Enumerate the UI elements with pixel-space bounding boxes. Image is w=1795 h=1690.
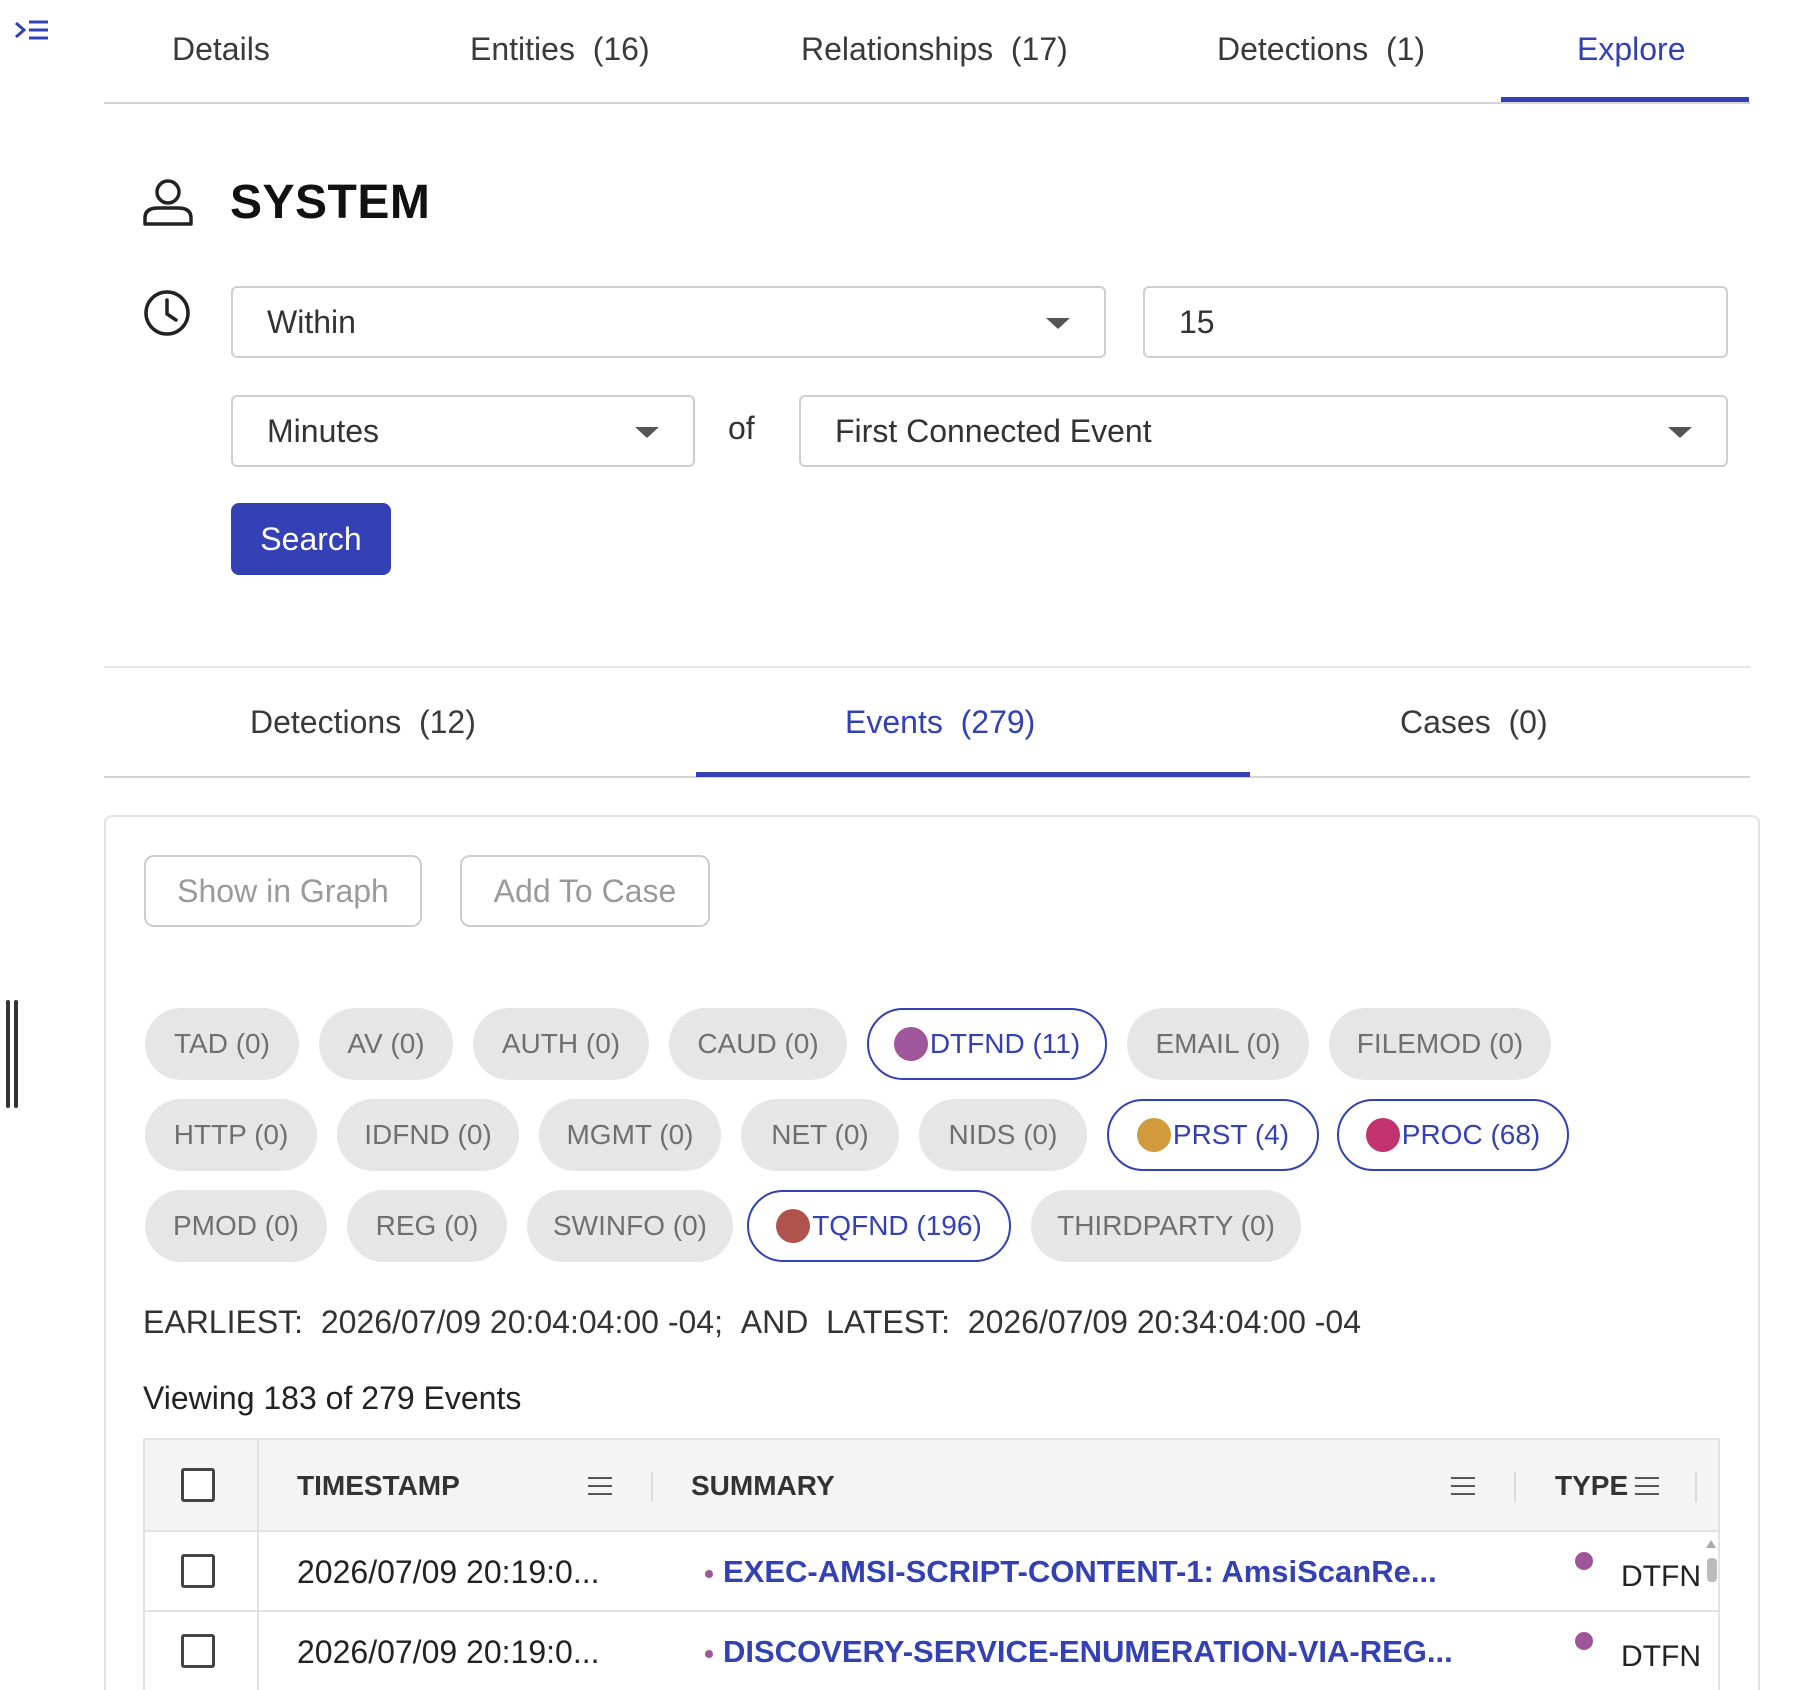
tab-entities[interactable]: Entities (16) [470,0,650,104]
tab-detections-sub[interactable]: Detections (12) [250,668,476,776]
tab-explore[interactable]: Explore [1577,0,1686,104]
filter-chip-http[interactable]: HTTP (0) [145,1099,317,1171]
chevron-down-icon [1046,318,1070,329]
proc-color-dot [1365,1118,1400,1152]
filter-chip-dtfnd[interactable]: DTFND (11) [867,1008,1107,1080]
tab-events[interactable]: Events (279) [845,668,1035,776]
tab-cases[interactable]: Cases (0) [1400,668,1548,776]
clock-icon [142,288,192,338]
dtfnd-color-dot [893,1027,928,1061]
expand-menu-icon[interactable] [14,18,50,48]
column-resizer[interactable] [1695,1472,1697,1502]
row-timestamp: 2026/07/09 20:19:0... [297,1554,600,1590]
sub-tabs: Detections (12) Events (279) Cases (0) [104,666,1750,778]
amount-input[interactable]: 15 [1143,286,1728,358]
table-row[interactable]: 2026/07/09 20:19:0... EXEC-AMSI-SCRIPT-C… [145,1532,1718,1612]
column-menu-icon[interactable] [1635,1477,1659,1495]
scroll-up-icon[interactable] [1706,1540,1716,1548]
filter-chip-net[interactable]: NET (0) [741,1099,899,1171]
filter-chip-av[interactable]: AV (0) [319,1008,453,1080]
search-button[interactable]: Search [231,503,391,575]
of-label: of [728,410,755,446]
filter-chip-thirdparty[interactable]: THIRDPARTY (0) [1031,1190,1301,1262]
row-type: DTFN [1621,1640,1701,1673]
filter-chip-filemod[interactable]: FILEMOD (0) [1329,1008,1551,1080]
row-timestamp: 2026/07/09 20:19:0... [297,1634,600,1670]
active-subtab-indicator [696,772,1250,777]
vertical-scrollbar[interactable] [1707,1558,1717,1582]
resize-handle[interactable] [6,1000,20,1108]
events-table: TIMESTAMP SUMMARY TYPE 2026/07/09 20:19:… [143,1438,1720,1690]
filter-chip-mgmt[interactable]: MGMT (0) [539,1099,721,1171]
row-summary-link[interactable]: EXEC-AMSI-SCRIPT-CONTENT-1: AmsiScanRe..… [705,1532,1437,1612]
filter-chip-caud[interactable]: CAUD (0) [669,1008,847,1080]
select-all-checkbox[interactable] [181,1468,215,1502]
filter-chip-tad[interactable]: TAD (0) [145,1008,299,1080]
filter-chip-swinfo[interactable]: SWINFO (0) [527,1190,733,1262]
filter-chip-proc[interactable]: PROC (68) [1337,1099,1569,1171]
viewing-count: Viewing 183 of 279 Events [143,1380,522,1416]
add-to-case-button[interactable]: Add To Case [460,855,710,927]
filter-chip-email[interactable]: EMAIL (0) [1127,1008,1309,1080]
type-color-dot [1575,1632,1593,1650]
tab-relationships[interactable]: Relationships (17) [801,0,1068,104]
filter-chip-prst[interactable]: PRST (4) [1107,1099,1319,1171]
row-summary-link[interactable]: DISCOVERY-SERVICE-ENUMERATION-VIA-REG... [705,1612,1453,1690]
show-in-graph-button[interactable]: Show in Graph [144,855,422,927]
table-header: TIMESTAMP SUMMARY TYPE [145,1440,1718,1532]
time-range: EARLIEST: 2026/07/09 20:04:04:00 -04; AN… [143,1304,1361,1340]
user-icon [142,178,194,228]
table-row[interactable]: 2026/07/09 20:19:0... DISCOVERY-SERVICE-… [145,1612,1718,1690]
top-tabs: Details Entities (16) Relationships (17)… [104,0,1750,104]
filter-chip-idfnd[interactable]: IDFND (0) [337,1099,519,1171]
tab-details[interactable]: Details [172,0,270,104]
page-title: SYSTEM [230,176,431,229]
column-header-summary[interactable]: SUMMARY [691,1440,835,1532]
unit-select[interactable]: Minutes [231,395,695,467]
column-resizer[interactable] [651,1472,653,1502]
tab-detections[interactable]: Detections (1) [1217,0,1425,104]
active-tab-indicator [1501,97,1749,102]
column-header-timestamp[interactable]: TIMESTAMP [297,1440,460,1532]
column-resizer[interactable] [1514,1472,1516,1502]
column-menu-icon[interactable] [588,1477,612,1495]
chevron-down-icon [635,427,659,438]
condition-select[interactable]: Within [231,286,1106,358]
prst-color-dot [1136,1118,1171,1152]
column-header-type[interactable]: TYPE [1555,1440,1628,1532]
filter-chip-nids[interactable]: NIDS (0) [919,1099,1087,1171]
row-type: DTFN [1621,1560,1701,1593]
type-color-dot [1575,1552,1593,1570]
row-checkbox[interactable] [181,1634,215,1668]
filter-chip-reg[interactable]: REG (0) [347,1190,507,1262]
filter-chip-auth[interactable]: AUTH (0) [473,1008,649,1080]
column-menu-icon[interactable] [1451,1477,1475,1495]
tqfnd-color-dot [776,1209,811,1243]
chevron-down-icon [1668,427,1692,438]
filter-chip-tqfnd[interactable]: TQFND (196) [747,1190,1011,1262]
row-checkbox[interactable] [181,1554,215,1588]
filter-chip-pmod[interactable]: PMOD (0) [145,1190,327,1262]
anchor-select[interactable]: First Connected Event [799,395,1728,467]
